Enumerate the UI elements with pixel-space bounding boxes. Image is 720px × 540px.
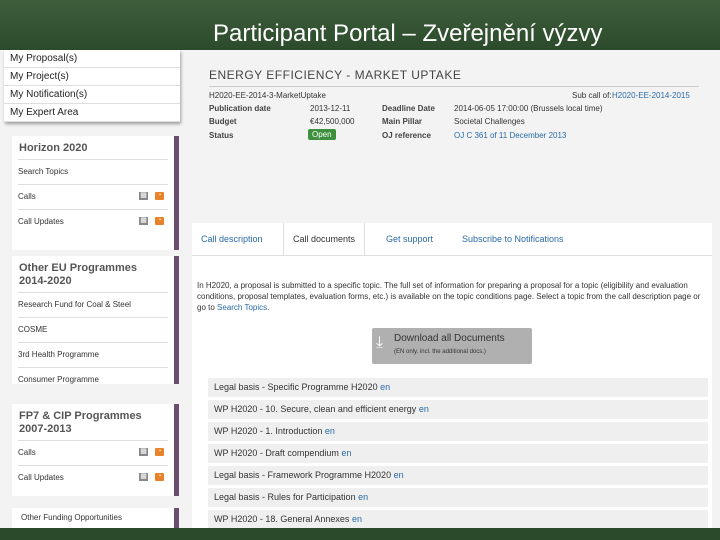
sidebar-item-call-updates[interactable]: Call Updates ▦ ◔	[18, 209, 168, 234]
user-menu: My Proposal(s) My Project(s) My Notifica…	[4, 50, 180, 122]
budget-value: €42,500,000	[310, 117, 355, 126]
list-item: WP H2020 - 18. General Annexes en	[208, 510, 708, 529]
other-eu-programmes-panel: Other EU Programmes 2014-2020 Research F…	[12, 256, 179, 384]
deadline-label: Deadline Date	[382, 104, 435, 113]
document-title: WP H2020 - 10. Secure, clean and efficie…	[214, 404, 417, 414]
list-item: Legal basis - Specific Programme H2020 e…	[208, 378, 708, 397]
main-area: ENERGY EFFICIENCY - MARKET UPTAKE H2020-…	[192, 50, 720, 529]
oj-label: OJ reference	[382, 131, 431, 140]
sidebar-item-consumer[interactable]: Consumer Programme	[18, 367, 168, 392]
panel-heading: Horizon 2020	[19, 142, 88, 154]
calendar-icon[interactable]: ▦	[139, 473, 148, 481]
sidebar-item-health[interactable]: 3rd Health Programme	[18, 342, 168, 367]
rss-icon[interactable]: ◔	[155, 192, 164, 200]
document-title: Legal basis - Rules for Participation	[214, 492, 356, 502]
pillar-label: Main Pillar	[382, 117, 423, 126]
panel-heading: FP7 & CIP Programmes 2007-2013	[19, 410, 142, 435]
slide-footer-band	[0, 528, 720, 540]
tab-call-description[interactable]: Call description	[201, 234, 263, 244]
document-title: WP H2020 - Draft compendium	[214, 448, 339, 458]
search-topics-link[interactable]: Search Topics	[217, 303, 267, 312]
other-funding-link[interactable]: Other Funding Opportunities	[12, 508, 174, 527]
document-title: WP H2020 - 1. Introduction	[214, 426, 323, 436]
sidebar-item-label: COSME	[18, 325, 48, 334]
horizon-2020-panel: Horizon 2020 Search Topics Calls ▦ ◔ Call …	[12, 136, 179, 250]
sidebar-item-label: Calls	[18, 448, 36, 457]
document-language-link[interactable]: en	[394, 470, 404, 480]
document-language-link[interactable]: en	[352, 514, 362, 524]
list-item: WP H2020 - 1. Introduction en	[208, 422, 708, 441]
tab-subscribe-notifications[interactable]: Subscribe to Notifications	[462, 234, 564, 244]
call-documents-content: In H2020, a proposal is submitted to a s…	[192, 256, 712, 529]
tab-get-support[interactable]: Get support	[386, 234, 433, 244]
sidebar-item-label: Research Fund for Coal & Steel	[18, 300, 131, 309]
sidebar-item-label: Consumer Programme	[18, 375, 99, 384]
publication-value: 2013-12-11	[310, 104, 351, 113]
divider	[209, 86, 699, 87]
intro-end: .	[267, 303, 270, 312]
document-language-link[interactable]: en	[341, 448, 351, 458]
oj-link[interactable]: OJ C 361 of 11 December 2013	[454, 131, 566, 140]
calendar-icon[interactable]: ▦	[139, 448, 148, 456]
portal-screenshot: My Proposal(s) My Project(s) My Notifica…	[0, 50, 720, 529]
document-title: WP H2020 - 18. General Annexes	[214, 514, 350, 524]
budget-label: Budget	[209, 117, 237, 126]
sidebar-item-fp7-calls[interactable]: Calls ▦ ◔	[18, 440, 168, 465]
tab-call-documents[interactable]: Call documents	[283, 223, 366, 255]
status-badge: Open	[308, 129, 336, 140]
list-item: WP H2020 - Draft compendium en	[208, 444, 708, 463]
download-all-button[interactable]: ⤓ Download all Documents (EN only. incl.…	[372, 328, 532, 364]
sidebar-item-fp7-call-updates[interactable]: Call Updates ▦ ◔	[18, 465, 168, 490]
sidebar-item-search-topics[interactable]: Search Topics	[18, 159, 168, 184]
user-menu-expert-area[interactable]: My Expert Area	[4, 104, 180, 122]
left-column: My Proposal(s) My Project(s) My Notifica…	[0, 50, 190, 528]
document-title: Legal basis - Framework Programme H2020	[214, 470, 392, 480]
sidebar-item-label: Call Updates	[18, 217, 64, 226]
user-menu-projects[interactable]: My Project(s)	[4, 68, 180, 86]
calendar-icon[interactable]: ▦	[139, 217, 148, 225]
sidebar-item-label: Calls	[18, 192, 36, 201]
sidebar-item-rfcs[interactable]: Research Fund for Coal & Steel	[18, 292, 168, 317]
document-language-link[interactable]: en	[325, 426, 335, 436]
intro-text: In H2020, a proposal is submitted to a s…	[197, 281, 701, 312]
slide-title: Participant Portal – Zveřejnění výzvy	[213, 20, 603, 47]
sidebar-item-calls[interactable]: Calls ▦ ◔	[18, 184, 168, 209]
document-list: Legal basis - Specific Programme H2020 e…	[208, 378, 708, 532]
rss-icon[interactable]: ◔	[155, 217, 164, 225]
intro-paragraph: In H2020, a proposal is submitted to a s…	[197, 280, 705, 313]
sidebar-item-cosme[interactable]: COSME	[18, 317, 168, 342]
user-menu-proposals[interactable]: My Proposal(s)	[4, 50, 180, 68]
sidebar-item-label: Call Updates	[18, 473, 64, 482]
panel-heading: Other EU Programmes 2014-2020	[19, 262, 137, 287]
sidebar-item-label: Search Topics	[18, 167, 69, 176]
calendar-icon[interactable]: ▦	[139, 192, 148, 200]
user-menu-notifications[interactable]: My Notification(s)	[4, 86, 180, 104]
document-title: Legal basis - Specific Programme H2020	[214, 382, 378, 392]
document-language-link[interactable]: en	[419, 404, 429, 414]
sidebar-item-label: 3rd Health Programme	[18, 350, 99, 359]
list-item: Legal basis - Rules for Participation en	[208, 488, 708, 507]
publication-label: Publication date	[209, 104, 271, 113]
status-label: Status	[209, 131, 234, 140]
rss-icon[interactable]: ◔	[155, 473, 164, 481]
tab-bar: Call description Call documents Get supp…	[192, 223, 712, 256]
pillar-value: Societal Challenges	[454, 117, 525, 126]
download-note: (EN only. incl. the additional docs.)	[394, 349, 486, 355]
list-item: WP H2020 - 10. Secure, clean and efficie…	[208, 400, 708, 419]
topic-title: ENERGY EFFICIENCY - MARKET UPTAKE	[209, 68, 462, 82]
subcall-label: Sub call of:	[572, 91, 612, 100]
download-icon: ⤓	[376, 334, 384, 351]
subcall-link[interactable]: H2020-EE-2014-2015	[612, 91, 690, 100]
rss-icon[interactable]: ◔	[155, 448, 164, 456]
topic-code: H2020-EE-2014-3-MarketUptake	[209, 91, 326, 100]
document-language-link[interactable]: en	[358, 492, 368, 502]
topic-header: ENERGY EFFICIENCY - MARKET UPTAKE H2020-…	[192, 54, 716, 208]
deadline-value: 2014-06-05 17:00:00 (Brussels local time…	[454, 104, 603, 113]
other-funding-panel[interactable]: Other Funding Opportunities	[12, 508, 179, 528]
document-language-link[interactable]: en	[380, 382, 390, 392]
download-label: Download all Documents	[394, 333, 505, 344]
list-item: Legal basis - Framework Programme H2020 …	[208, 466, 708, 485]
fp7-cip-panel: FP7 & CIP Programmes 2007-2013 Calls ▦ ◔ C…	[12, 404, 179, 496]
